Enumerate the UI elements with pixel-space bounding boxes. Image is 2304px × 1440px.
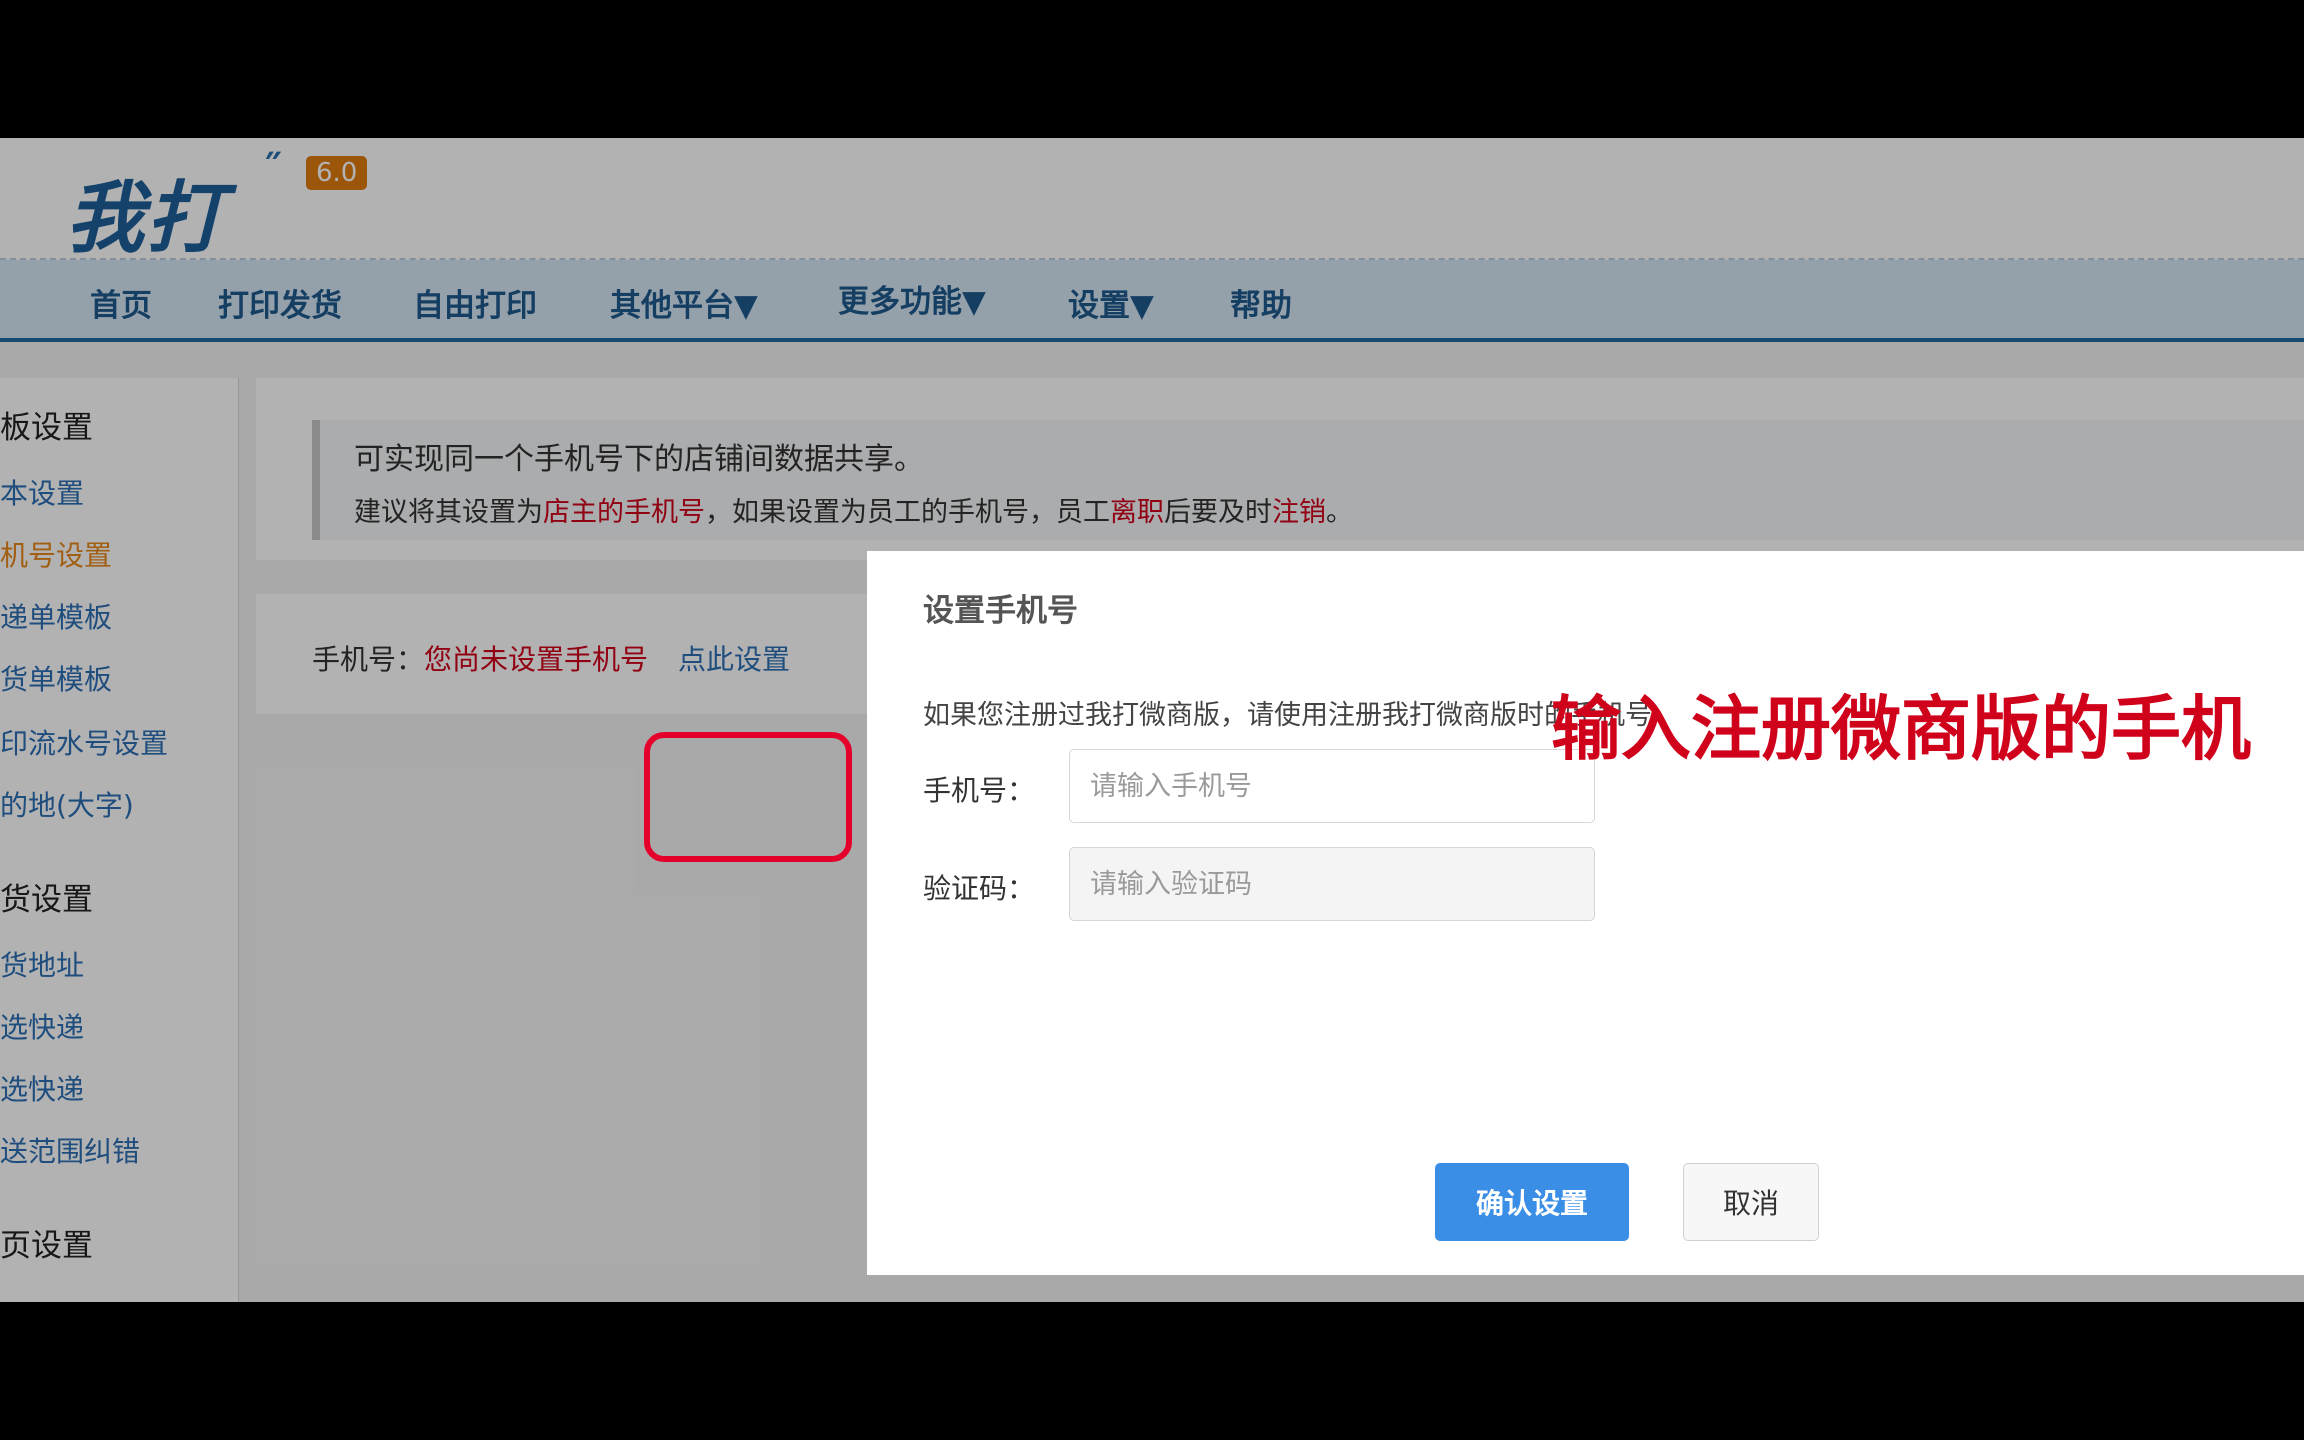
dialog-hint: 如果您注册过我打微商版，请使用注册我打微商版时的手机号 — [923, 700, 1652, 731]
app-frame: 我打 ˝ 6.0 首页 打印发货 自由打印 其他平台▼ 更多功能▼ 设置▼ 帮助… — [0, 138, 2304, 1302]
phone-field-label: 手机号： — [923, 774, 1036, 807]
dialog-title: 设置手机号 — [923, 593, 1078, 629]
code-field-label: 验证码： — [923, 872, 1036, 905]
confirm-button[interactable]: 确认设置 — [1435, 1163, 1629, 1241]
set-phone-dialog: 设置手机号 如果您注册过我打微商版，请使用注册我打微商版时的手机号 手机号： 验… — [867, 551, 2304, 1275]
phone-input[interactable] — [1069, 749, 1595, 823]
verification-code-input[interactable] — [1069, 847, 1595, 921]
tutorial-annotation-text: 输入注册微商版的手机 — [1551, 688, 2251, 770]
highlight-annotation-box — [644, 732, 852, 862]
cancel-button[interactable]: 取消 — [1683, 1163, 1819, 1241]
